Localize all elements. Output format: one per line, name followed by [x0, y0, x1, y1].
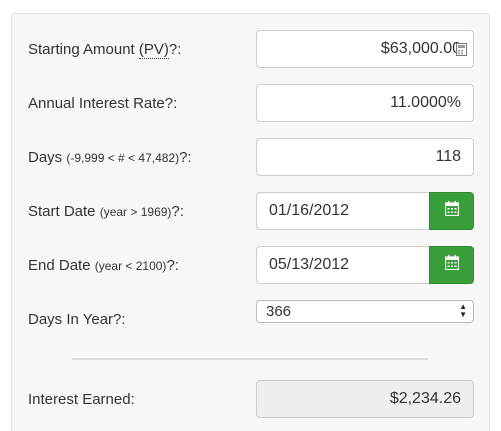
interest-rate-input[interactable]: 11.0000% — [256, 84, 474, 122]
days-label-text: Days — [28, 149, 67, 166]
days-label-suffix: ?: — [179, 149, 192, 166]
interest-rate-value: 11.0000% — [390, 94, 461, 111]
divider — [72, 358, 428, 360]
end-date-hint: (year < 2100) — [94, 259, 167, 273]
start-date-hint: (year > 1969) — [99, 205, 172, 219]
calendar-icon — [444, 201, 459, 221]
end-date-label: End Date (year < 2100)?: — [28, 257, 179, 274]
start-date-label-text: Start Date — [28, 203, 100, 220]
starting-amount-label: Starting Amount (PV)?: — [28, 41, 182, 59]
starting-amount-value: $63,000.00 — [380, 40, 461, 57]
starting-amount-label-suffix: ?: — [168, 41, 182, 58]
calendar-icon — [444, 255, 459, 275]
end-date-value: 05/13/2012 — [269, 256, 350, 273]
days-in-year-value: 366 — [266, 303, 292, 320]
days-hint: (-9,999 < # < 47,482) — [66, 151, 180, 165]
end-date-calendar-button[interactable] — [429, 246, 474, 284]
interest-rate-label: Annual Interest Rate?: — [28, 95, 178, 112]
days-label: Days (-9,999 < # < 47,482)?: — [28, 149, 192, 166]
starting-amount-input[interactable]: $63,000.00 — [256, 30, 474, 68]
start-date-calendar-button[interactable] — [429, 192, 474, 230]
select-arrows-icon: ▲ ▼ — [459, 302, 467, 319]
days-input[interactable]: 118 — [256, 138, 474, 176]
days-in-year-label: Days In Year?: — [28, 311, 126, 328]
end-date-label-suffix: ?: — [166, 257, 179, 274]
start-date-input[interactable]: 01/16/2012 — [256, 192, 430, 230]
end-date-input[interactable]: 05/13/2012 — [256, 246, 430, 284]
days-in-year-select[interactable]: 366 ▲ ▼ — [256, 300, 474, 323]
start-date-value: 01/16/2012 — [269, 202, 350, 219]
start-date-label-suffix: ?: — [171, 203, 184, 220]
calculator-icon[interactable] — [456, 43, 467, 61]
interest-earned-output: $2,234.26 — [256, 380, 474, 418]
calculator-panel: Starting Amount (PV)?: $63,000.00 Annual… — [11, 13, 490, 431]
starting-amount-label-text: Starting Amount — [28, 41, 139, 58]
start-date-label: Start Date (year > 1969)?: — [28, 203, 184, 220]
interest-earned-value: $2,234.26 — [389, 390, 461, 407]
interest-earned-label: Interest Earned: — [28, 391, 135, 408]
days-value: 118 — [435, 148, 461, 165]
end-date-label-text: End Date — [28, 257, 95, 274]
pv-abbreviation: (PV) — [138, 41, 169, 59]
